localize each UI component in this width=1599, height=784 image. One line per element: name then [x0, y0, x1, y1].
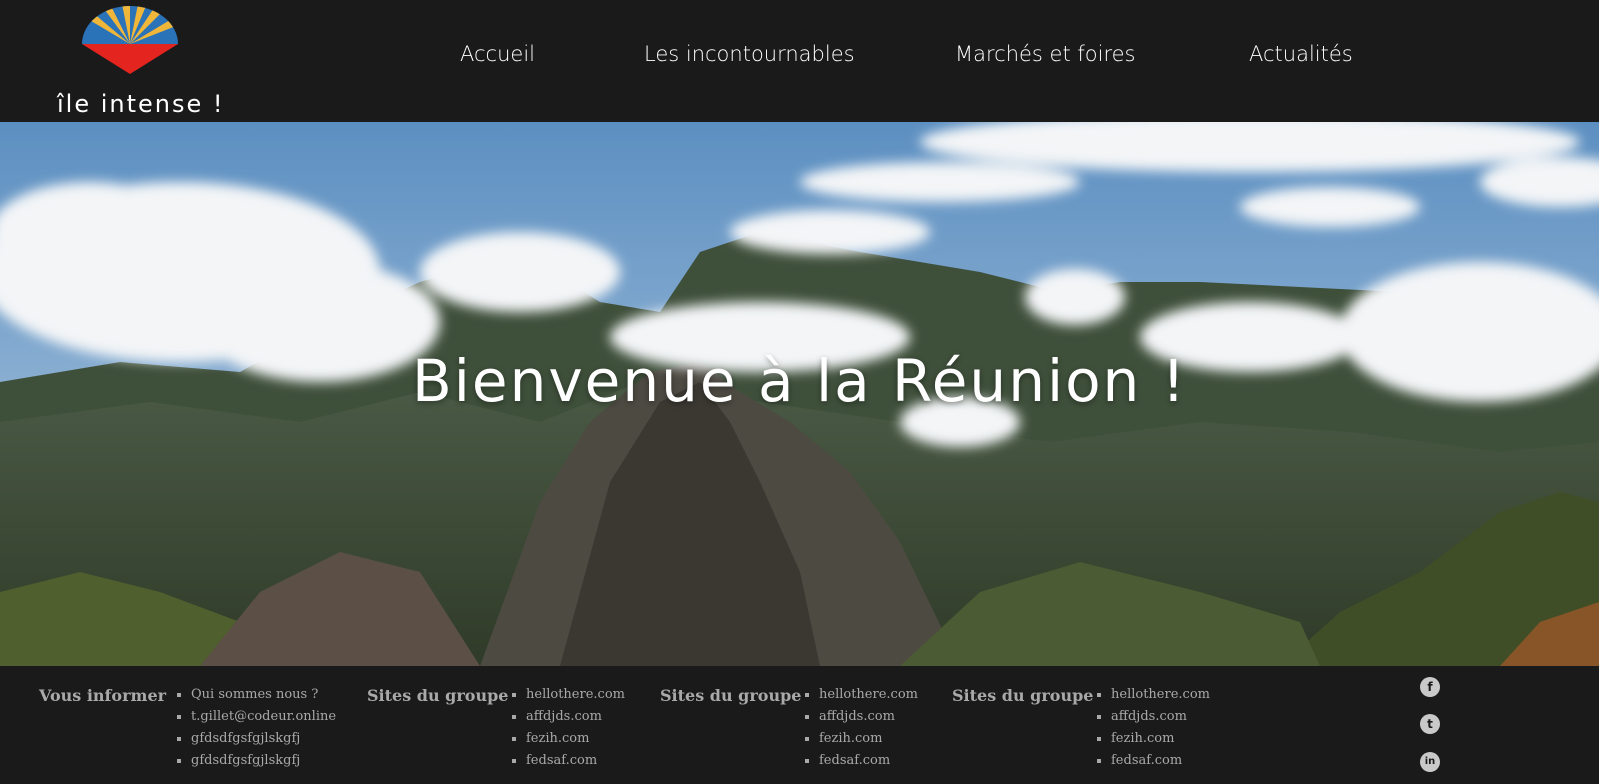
hero-title: Bienvenue à la Réunion !: [411, 347, 1187, 415]
footer-heading-informer: Vous informer: [39, 686, 167, 705]
footer-link[interactable]: gfdsdfgsfgjlskgfj: [177, 750, 336, 772]
footer-link[interactable]: fezih.com: [805, 728, 918, 750]
footer-link[interactable]: affdjds.com: [512, 706, 625, 728]
footer-heading-sites-3: Sites du groupe: [952, 686, 1094, 705]
site-footer: Vous informer Qui sommes nous ? t.gillet…: [0, 666, 1599, 784]
footer-heading-sites-2: Sites du groupe: [660, 686, 802, 705]
footer-link[interactable]: Qui sommes nous ?: [177, 684, 336, 706]
logo-icon[interactable]: [80, 4, 180, 76]
footer-link[interactable]: fezih.com: [512, 728, 625, 750]
nav-accueil[interactable]: Accueil: [460, 42, 535, 66]
footer-link[interactable]: gfdsdfgsfgjlskgfj: [177, 728, 336, 750]
site-header: île intense ! Accueil Les incontournable…: [0, 0, 1599, 122]
footer-link[interactable]: hellothere.com: [512, 684, 625, 706]
footer-heading-sites-1: Sites du groupe: [367, 686, 509, 705]
footer-link[interactable]: fedsaf.com: [805, 750, 918, 772]
twitter-icon[interactable]: t: [1420, 714, 1440, 734]
footer-list-informer: Qui sommes nous ? t.gillet@codeur.online…: [177, 684, 336, 772]
footer-list-sites-2: hellothere.com affdjds.com fezih.com fed…: [805, 684, 918, 772]
nav-incontournables[interactable]: Les incontournables: [644, 42, 855, 66]
footer-link[interactable]: fedsaf.com: [1097, 750, 1210, 772]
facebook-icon[interactable]: f: [1420, 677, 1440, 697]
hero-banner: Bienvenue à la Réunion !: [0, 122, 1599, 666]
footer-link[interactable]: hellothere.com: [805, 684, 918, 706]
nav-marches-foires[interactable]: Marchés et foires: [955, 42, 1136, 66]
footer-link[interactable]: affdjds.com: [805, 706, 918, 728]
footer-link[interactable]: fezih.com: [1097, 728, 1210, 750]
footer-list-sites-3: hellothere.com affdjds.com fezih.com fed…: [1097, 684, 1210, 772]
logo-text: île intense !: [57, 90, 225, 118]
footer-link[interactable]: t.gillet@codeur.online: [177, 706, 336, 728]
footer-link[interactable]: hellothere.com: [1097, 684, 1210, 706]
footer-link[interactable]: fedsaf.com: [512, 750, 625, 772]
footer-link[interactable]: affdjds.com: [1097, 706, 1210, 728]
footer-list-sites-1: hellothere.com affdjds.com fezih.com fed…: [512, 684, 625, 772]
linkedin-icon[interactable]: in: [1420, 752, 1440, 772]
nav-actualites[interactable]: Actualités: [1249, 42, 1353, 66]
